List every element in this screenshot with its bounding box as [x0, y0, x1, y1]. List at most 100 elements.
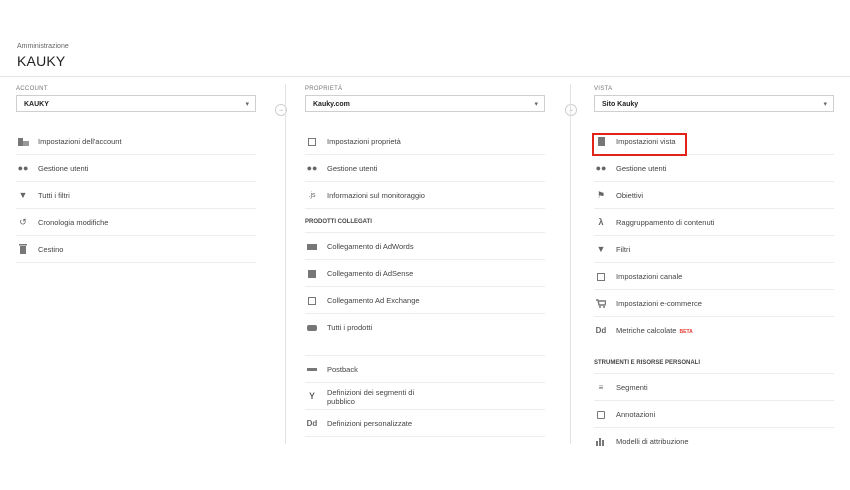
menu-label: Cestino	[38, 245, 64, 254]
account-label: ACCOUNT	[16, 86, 48, 92]
tools-menu: ≡ Segmenti Annotazioni Modelli di attrib…	[594, 374, 834, 455]
adwords-link-item[interactable]: Collegamento di AdWords	[305, 233, 545, 260]
property-select[interactable]: Kauky.com ▾	[305, 95, 545, 112]
menu-label: Raggruppamento di contenuti	[616, 218, 715, 227]
menu-label: Gestione utenti	[616, 164, 667, 173]
property-users-item[interactable]: ●● Gestione utenti	[305, 155, 545, 182]
caret-down-icon: ▾	[823, 101, 827, 108]
property-column: PROPRIETÀ Kauky.com ▾ Impostazioni propr…	[305, 84, 545, 437]
menu-label: Postback	[327, 365, 358, 374]
filter-icon: ▼	[596, 244, 606, 254]
menu-label: Filtri	[616, 245, 631, 254]
view-users-item[interactable]: ●● Gestione utenti	[594, 155, 834, 182]
annotations-item[interactable]: Annotazioni	[594, 401, 834, 428]
account-menu: Impostazioni dell'account ●● Gestione ut…	[16, 128, 256, 263]
menu-label: Gestione utenti	[38, 164, 89, 173]
column-divider	[570, 84, 571, 444]
calculated-metrics-item[interactable]: Dd Metriche calcolate BETA	[594, 317, 834, 344]
channel-settings-item[interactable]: Impostazioni canale	[594, 263, 834, 290]
menu-label: Modelli di attribuzione	[616, 437, 689, 446]
menu-label-wrap: Metriche calcolate BETA	[616, 317, 693, 346]
linked-products-heading: PRODOTTI COLLEGATI	[305, 211, 545, 233]
menu-label: Obiettivi	[616, 191, 644, 200]
adexchange-icon	[305, 287, 319, 314]
grouping-icon: λ	[598, 217, 604, 227]
property-label: PROPRIETÀ	[305, 86, 343, 92]
arrow-right-icon: →	[565, 104, 577, 116]
trash-icon	[16, 236, 30, 263]
adexchange-link-item[interactable]: Collegamento Ad Exchange	[305, 287, 545, 314]
trash-item[interactable]: Cestino	[16, 236, 256, 263]
dd-icon: Dd	[595, 326, 607, 335]
menu-label: Collegamento di AdWords	[327, 242, 414, 251]
postback-item[interactable]: Postback	[305, 356, 545, 383]
menu-label: Impostazioni canale	[616, 272, 683, 281]
attribution-models-item[interactable]: Modelli di attribuzione	[594, 428, 834, 455]
tracking-info-item[interactable]: .js Informazioni sul monitoraggio	[305, 182, 545, 209]
users-icon: ●●	[306, 163, 318, 173]
property-menu: Impostazioni proprietà ●● Gestione utent…	[305, 128, 545, 209]
page-title: KAUKY	[17, 53, 66, 69]
menu-label: Annotazioni	[616, 410, 656, 419]
menu-label: Informazioni sul monitoraggio	[327, 191, 425, 200]
audience-definitions-item[interactable]: Y Definizioni dei segmenti di pubblico	[305, 383, 545, 410]
view-select[interactable]: Sito Kauky ▾	[594, 95, 834, 112]
column-divider	[285, 84, 286, 444]
spacer	[305, 341, 545, 356]
dd-icon: Dd	[306, 419, 318, 428]
menu-label: Tutti i prodotti	[327, 323, 373, 332]
content-grouping-item[interactable]: λ Raggruppamento di contenuti	[594, 209, 834, 236]
view-select-value: Sito Kauky	[602, 101, 639, 108]
history-icon: ↺	[19, 217, 27, 227]
building-icon	[16, 128, 30, 155]
account-filters-item[interactable]: ▼ Tutti i filtri	[16, 182, 256, 209]
menu-label: Cronologia modifiche	[38, 218, 109, 227]
caret-down-icon: ▾	[245, 101, 249, 108]
menu-label: Impostazioni dell'account	[38, 137, 122, 146]
breadcrumb: Amministrazione	[17, 43, 69, 50]
menu-label: Impostazioni e-commerce	[616, 299, 702, 308]
filter-icon: ▼	[18, 190, 28, 200]
view-menu: Impostazioni vista ●● Gestione utenti ⚑ …	[594, 128, 834, 344]
linked-products-menu: Collegamento di AdWords Collegamento di …	[305, 233, 545, 341]
menu-label: Collegamento Ad Exchange	[327, 296, 420, 305]
users-icon: ●●	[17, 163, 29, 173]
property-other-menu: Postback Y Definizioni dei segmenti di p…	[305, 356, 545, 437]
flag-icon: ⚑	[596, 190, 606, 200]
change-history-item[interactable]: ↺ Cronologia modifiche	[16, 209, 256, 236]
property-settings-icon	[305, 128, 319, 155]
adsense-icon	[305, 260, 319, 287]
menu-label: Impostazioni proprietà	[327, 137, 401, 146]
channel-icon	[594, 263, 608, 290]
segments-item[interactable]: ≡ Segmenti	[594, 374, 834, 401]
ecommerce-settings-item[interactable]: Impostazioni e-commerce	[594, 290, 834, 317]
view-label: VISTA	[594, 86, 613, 92]
view-filters-item[interactable]: ▼ Filtri	[594, 236, 834, 263]
menu-label: Segmenti	[616, 383, 648, 392]
account-select[interactable]: KAUKY ▾	[16, 95, 256, 112]
js-icon: .js	[308, 192, 316, 199]
all-products-item[interactable]: Tutti i prodotti	[305, 314, 545, 341]
comment-icon	[594, 401, 608, 428]
highlight-box	[592, 133, 687, 156]
admin-header: Amministrazione KAUKY	[0, 0, 850, 77]
postback-icon	[305, 356, 319, 383]
fork-icon: Y	[308, 391, 315, 401]
users-icon: ●●	[595, 163, 607, 173]
account-settings-item[interactable]: Impostazioni dell'account	[16, 128, 256, 155]
menu-label: Gestione utenti	[327, 164, 378, 173]
account-users-item[interactable]: ●● Gestione utenti	[16, 155, 256, 182]
property-settings-item[interactable]: Impostazioni proprietà	[305, 128, 545, 155]
cart-icon	[594, 290, 608, 317]
goals-item[interactable]: ⚑ Obiettivi	[594, 182, 834, 209]
custom-definitions-item[interactable]: Dd Definizioni personalizzate	[305, 410, 545, 437]
adwords-icon	[305, 233, 319, 260]
adsense-link-item[interactable]: Collegamento di AdSense	[305, 260, 545, 287]
account-column: ACCOUNT KAUKY ▾ Impostazioni dell'accoun…	[16, 84, 256, 263]
beta-badge: BETA	[679, 329, 693, 335]
segments-icon: ≡	[598, 383, 604, 392]
menu-label: Definizioni dei segmenti di pubblico	[327, 388, 415, 406]
property-select-value: Kauky.com	[313, 101, 350, 108]
bar-chart-icon	[594, 428, 608, 455]
caret-down-icon: ▾	[534, 101, 538, 108]
